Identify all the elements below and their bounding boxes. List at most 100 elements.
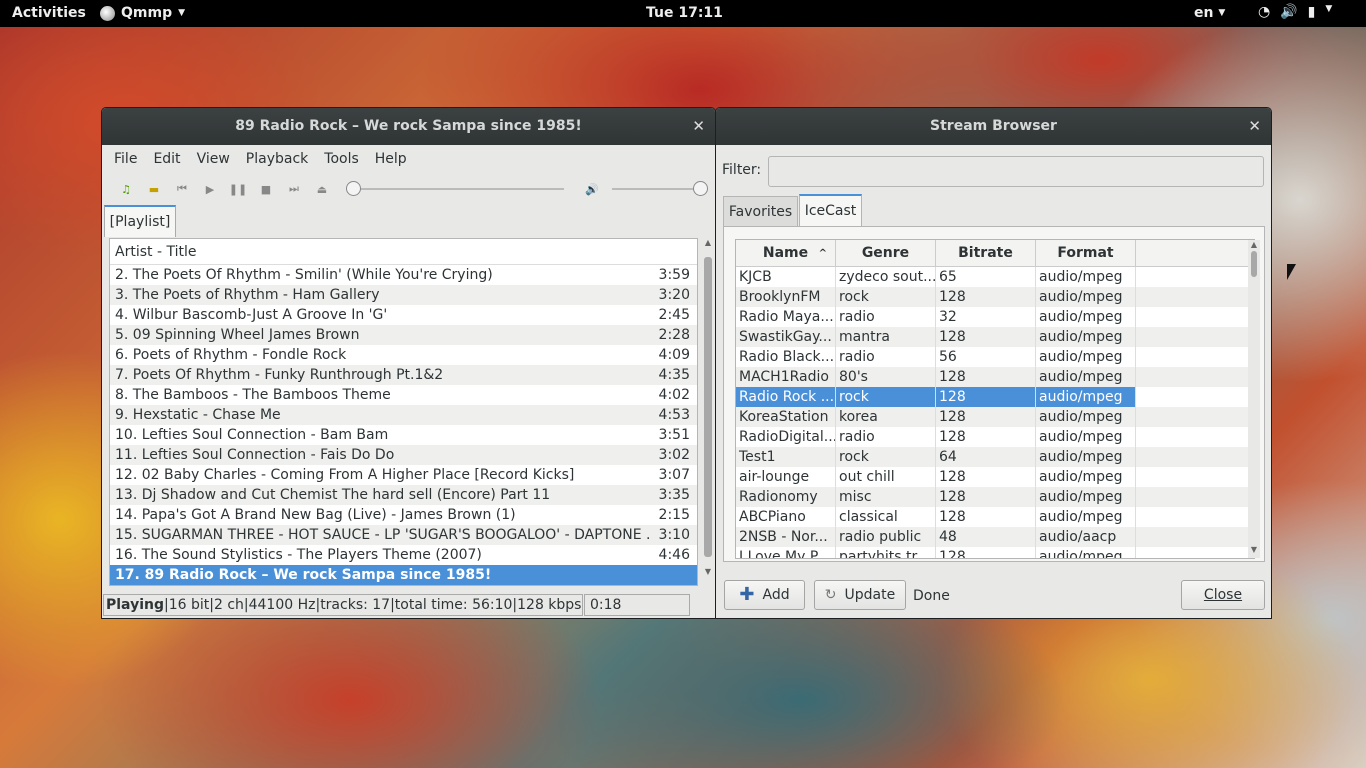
stream-row[interactable]: SwastikGay... mantra 128 audio/mpeg — [736, 327, 1254, 347]
track-row[interactable]: 10. Lefties Soul Connection - Bam Bam 3:5… — [110, 425, 697, 445]
track-duration: 2:28 — [658, 327, 690, 343]
stream-format: audio/mpeg — [1036, 487, 1136, 507]
menu-edit[interactable]: Edit — [145, 151, 188, 167]
stream-row[interactable]: 2NSB - Nor... radio public 48 audio/aacp — [736, 527, 1254, 547]
track-row[interactable]: 2. The Poets Of Rhythm - Smilin' (While … — [110, 265, 697, 285]
add-file-icon[interactable]: ♫ — [112, 179, 140, 199]
previous-icon[interactable]: ⏮ — [168, 179, 196, 199]
filter-label: Filter: — [722, 162, 762, 178]
stream-row[interactable]: ABCPiano classical 128 audio/mpeg — [736, 507, 1254, 527]
track-row[interactable]: 5. 09 Spinning Wheel James Brown 2:28 — [110, 325, 697, 345]
scrollbar-thumb[interactable] — [1251, 251, 1257, 277]
stream-row[interactable]: RadioDigital... radio 128 audio/mpeg — [736, 427, 1254, 447]
stream-genre: radio — [836, 347, 936, 367]
stream-table[interactable]: Name ^ Genre Bitrate Format KJCB zydeco so… — [735, 239, 1255, 559]
app-menu[interactable]: Qmmp ▼ — [100, 5, 185, 21]
stream-row[interactable]: MACH1Radio 80's 128 audio/mpeg — [736, 367, 1254, 387]
update-button[interactable]: ↻ Update — [814, 580, 906, 610]
pause-icon[interactable]: ❚❚ — [224, 179, 252, 199]
tab-playlist[interactable]: [Playlist] — [104, 205, 176, 237]
menu-file[interactable]: File — [106, 151, 145, 167]
tab-icecast[interactable]: IceCast — [799, 194, 862, 228]
track-row[interactable]: 8. The Bamboos - The Bamboos Theme 4:02 — [110, 385, 697, 405]
add-folder-icon[interactable]: ▬ — [140, 179, 168, 199]
col-bitrate-header[interactable]: Bitrate — [936, 240, 1036, 266]
stream-row[interactable]: KoreaStation korea 128 audio/mpeg — [736, 407, 1254, 427]
track-row[interactable]: 13. Dj Shadow and Cut Chemist The hard s… — [110, 485, 697, 505]
volume-knob[interactable] — [693, 181, 708, 196]
close-button[interactable]: Close — [1181, 580, 1265, 610]
stream-row[interactable]: Radio Black... radio 56 audio/mpeg — [736, 347, 1254, 367]
stream-row[interactable]: Radionomy misc 128 audio/mpeg — [736, 487, 1254, 507]
stream-name: 2NSB - Nor... — [736, 527, 836, 547]
seek-knob[interactable] — [346, 181, 361, 196]
close-icon[interactable]: ✕ — [692, 108, 705, 145]
track-duration: 3:35 — [658, 487, 690, 503]
col-genre-header[interactable]: Genre — [836, 240, 936, 266]
toolbar: ♫ ▬ ⏮ ▶ ❚❚ ■ ⏭ ⏏ 🔊 — [102, 173, 715, 205]
play-icon[interactable]: ▶ — [196, 179, 224, 199]
scrollbar-thumb[interactable] — [704, 257, 712, 557]
stream-panel: Name ^ Genre Bitrate Format KJCB zydeco so… — [723, 226, 1265, 562]
clock[interactable]: Tue 17:11 — [646, 5, 723, 21]
track-row[interactable]: 16. The Sound Stylistics - The Players T… — [110, 545, 697, 565]
chevron-down-icon: ▼ — [1218, 8, 1226, 18]
close-icon[interactable]: ✕ — [1248, 108, 1261, 145]
track-title: 10. Lefties Soul Connection - Bam Bam — [115, 427, 389, 443]
stream-row[interactable]: Test1 rock 64 audio/mpeg — [736, 447, 1254, 467]
stop-icon[interactable]: ■ — [252, 179, 280, 199]
track-row[interactable]: 7. Poets Of Rhythm - Funky Runthrough Pt… — [110, 365, 697, 385]
track-row[interactable]: 4. Wilbur Bascomb-Just A Groove In 'G' 2:… — [110, 305, 697, 325]
eject-icon[interactable]: ⏏ — [308, 179, 336, 199]
player-titlebar[interactable]: 89 Radio Rock – We rock Sampa since 1985… — [102, 108, 715, 145]
stream-format: audio/mpeg — [1036, 267, 1136, 287]
track-row[interactable]: 17. 89 Radio Rock – We rock Sampa since … — [110, 565, 697, 585]
menu-help[interactable]: Help — [367, 151, 415, 167]
tab-favorites[interactable]: Favorites — [723, 196, 798, 228]
scroll-up-icon[interactable]: ▲ — [702, 238, 714, 247]
volume-slider[interactable] — [612, 181, 708, 196]
track-row[interactable]: 3. The Poets of Rhythm - Ham Gallery 3:20 — [110, 285, 697, 305]
stream-genre: korea — [836, 407, 936, 427]
playlist[interactable]: Artist - Title 2. The Poets Of Rhythm - … — [109, 238, 698, 586]
menu-playback[interactable]: Playback — [238, 151, 316, 167]
playlist-scrollbar[interactable]: ▲ ▼ — [702, 238, 714, 586]
next-icon[interactable]: ⏭ — [280, 179, 308, 199]
track-row[interactable]: 15. SUGARMAN THREE - HOT SAUCE - LP 'SUG… — [110, 525, 697, 545]
activities-button[interactable]: Activities — [12, 5, 86, 21]
stream-row[interactable]: I Love My P... partyhits tr... 128 audio/mp… — [736, 547, 1254, 558]
stream-scrollbar[interactable]: ▲ ▼ — [1248, 240, 1260, 558]
seek-slider[interactable] — [346, 181, 564, 196]
stream-row[interactable]: Radio Maya... radio 32 audio/mpeg — [736, 307, 1254, 327]
col-name-header[interactable]: Name ^ — [736, 240, 836, 266]
stream-name: Test1 — [736, 447, 836, 467]
stream-row[interactable]: air-lounge out chill 128 audio/mpeg — [736, 467, 1254, 487]
add-label: Add — [762, 587, 790, 603]
track-row[interactable]: 9. Hexstatic - Chase Me 4:53 — [110, 405, 697, 425]
stream-format: audio/mpeg — [1036, 327, 1136, 347]
scroll-down-icon[interactable]: ▼ — [1248, 545, 1260, 554]
track-duration: 3:59 — [658, 267, 690, 283]
scroll-up-icon[interactable]: ▲ — [1248, 240, 1260, 249]
stream-genre: 80's — [836, 367, 936, 387]
track-duration: 2:45 — [658, 307, 690, 323]
stream-row[interactable]: BrooklynFM rock 128 audio/mpeg — [736, 287, 1254, 307]
menu-view[interactable]: View — [189, 151, 238, 167]
col-format-header[interactable]: Format — [1036, 240, 1136, 266]
track-row[interactable]: 6. Poets of Rhythm - Fondle Rock 4:09 — [110, 345, 697, 365]
add-button[interactable]: ✚ Add — [724, 580, 805, 610]
track-row[interactable]: 11. Lefties Soul Connection - Fais Do Do… — [110, 445, 697, 465]
track-row[interactable]: 14. Papa's Got A Brand New Bag (Live) - … — [110, 505, 697, 525]
stream-format: audio/mpeg — [1036, 387, 1136, 407]
scroll-down-icon[interactable]: ▼ — [702, 567, 714, 576]
menu-tools[interactable]: Tools — [316, 151, 367, 167]
stream-name: ABCPiano — [736, 507, 836, 527]
stream-row[interactable]: Radio Rock ... rock 128 audio/mpeg — [736, 387, 1254, 407]
track-row[interactable]: 12. 02 Baby Charles - Coming From A High… — [110, 465, 697, 485]
filter-input[interactable] — [768, 156, 1264, 187]
system-tray[interactable]: ◔ 🔊 ▮ ▼ — [1258, 4, 1332, 20]
stream-titlebar[interactable]: Stream Browser ✕ — [716, 108, 1271, 145]
stream-row[interactable]: KJCB zydeco sout... 65 audio/mpeg — [736, 267, 1254, 287]
playlist-header[interactable]: Artist - Title — [110, 239, 697, 265]
keyboard-layout[interactable]: en ▼ — [1194, 5, 1225, 21]
